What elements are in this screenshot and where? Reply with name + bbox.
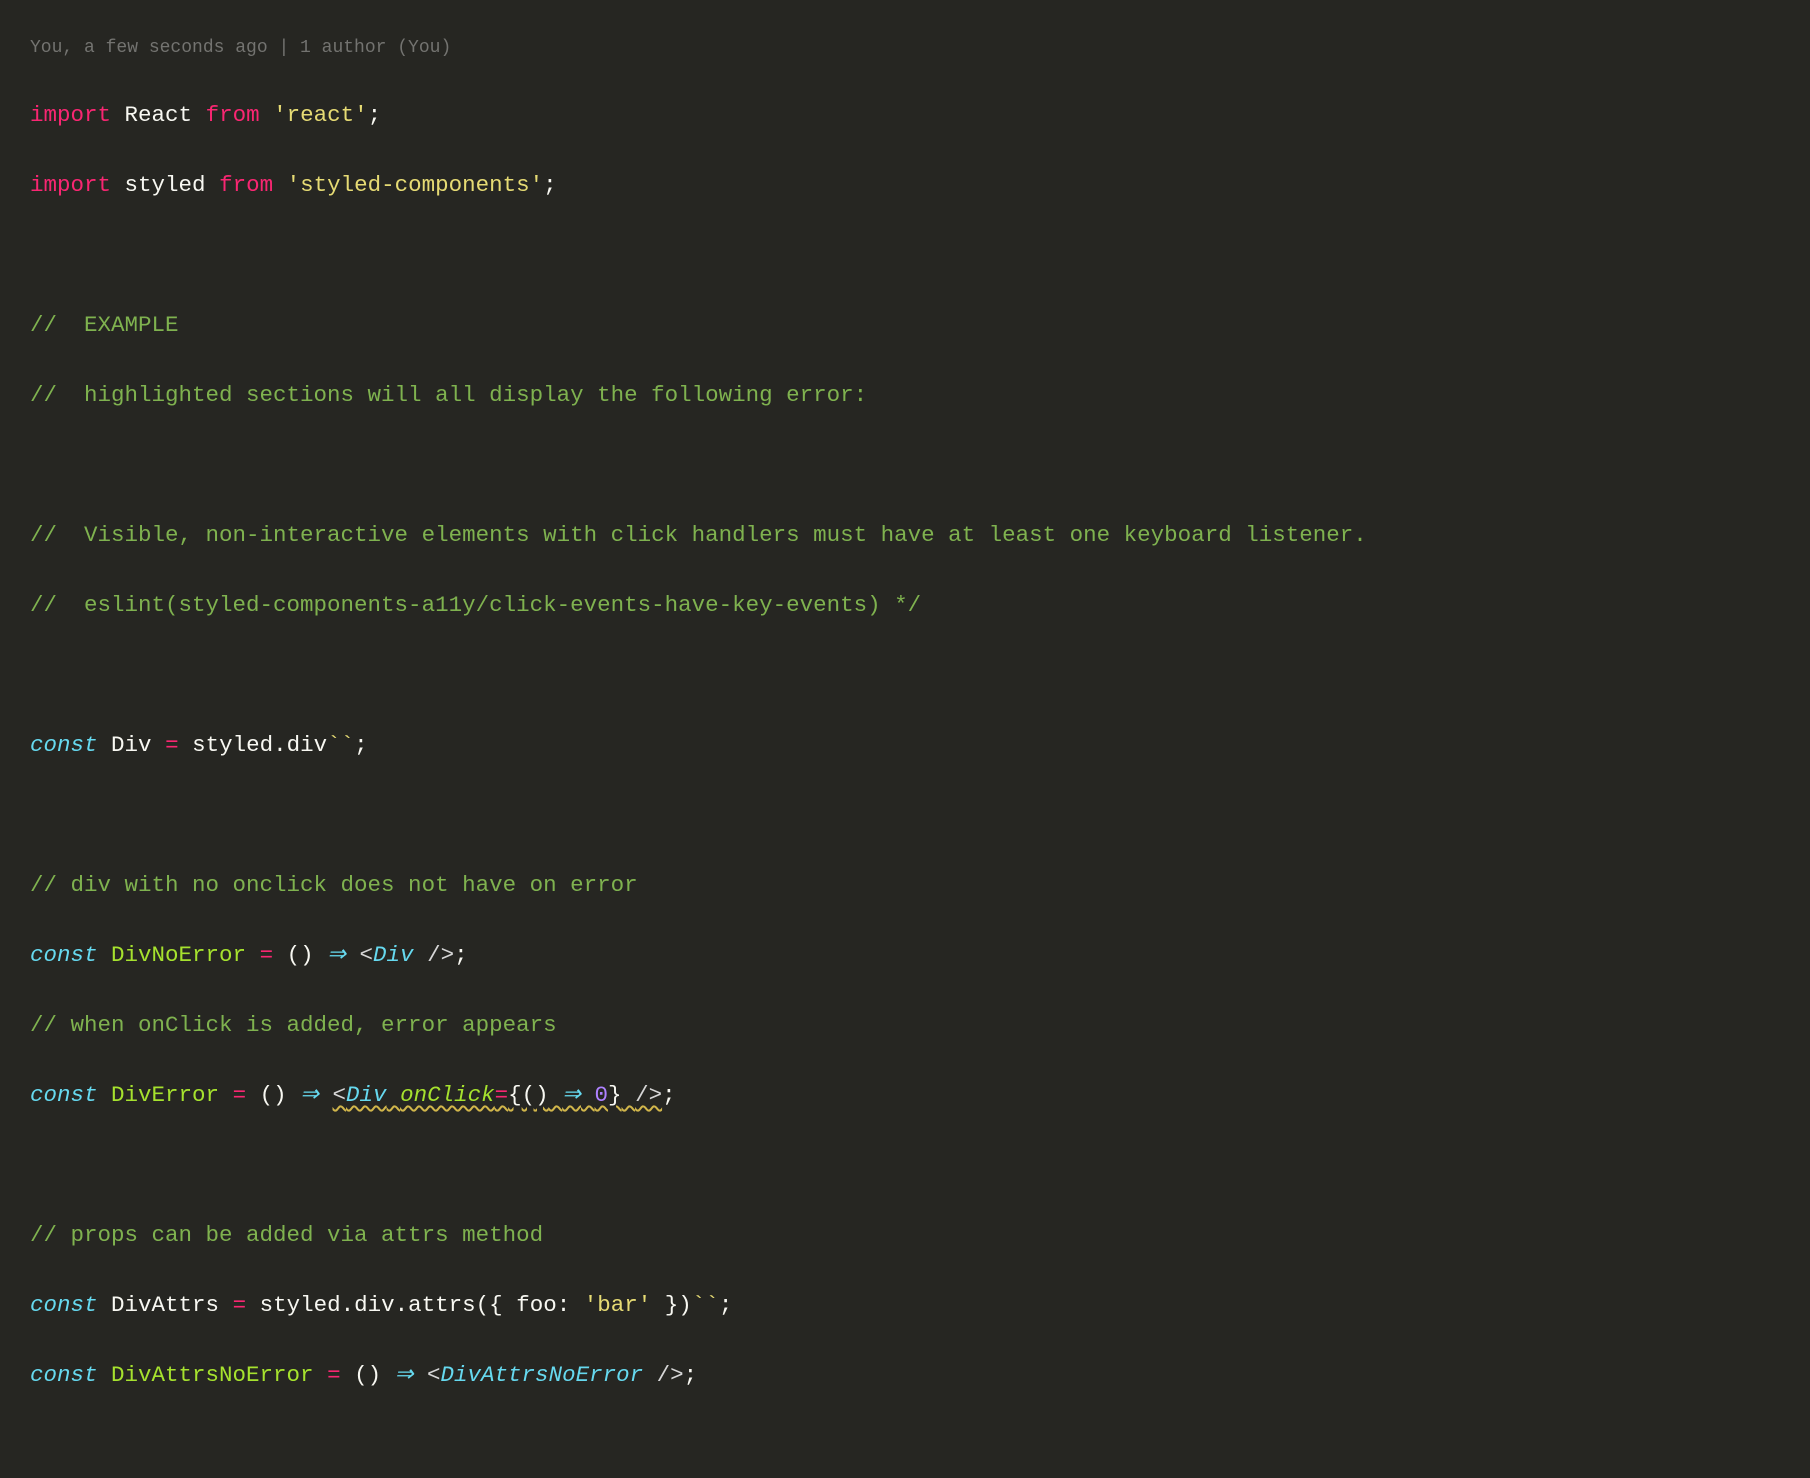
- function-name: DivError: [111, 1082, 219, 1108]
- arrow: ⇒: [327, 942, 346, 968]
- comment: // Visible, non-interactive elements wit…: [30, 518, 1810, 553]
- string-literal: 'react': [273, 102, 368, 128]
- identifier: DivAttrs: [111, 1292, 219, 1318]
- comment: // highlighted sections will all display…: [30, 378, 1810, 413]
- comment: // eslint(styled-components-a11y/click-e…: [30, 588, 1810, 623]
- blank-line: [30, 1148, 1810, 1183]
- blank-line: [30, 658, 1810, 693]
- function-name: DivNoError: [111, 942, 246, 968]
- keyword-import: import: [30, 172, 111, 198]
- identifier: Div: [111, 732, 152, 758]
- number-literal: 0: [595, 1082, 609, 1108]
- code-line: import styled from 'styled-components';: [30, 168, 1810, 203]
- keyword-from: from: [206, 102, 260, 128]
- jsx-component: Div: [373, 942, 414, 968]
- identifier: styled.div: [192, 732, 327, 758]
- string-literal: 'bar': [584, 1292, 652, 1318]
- identifier: React: [125, 102, 193, 128]
- code-line: const DivNoError = () ⇒ <Div />;: [30, 938, 1810, 973]
- lint-warning[interactable]: <Div onClick={() ⇒ 0} />: [333, 1082, 663, 1108]
- code-line: const DivAttrs = styled.div.attrs({ foo:…: [30, 1288, 1810, 1323]
- git-blame-annotation: You, a few seconds ago | 1 author (You): [30, 35, 1810, 63]
- comment: // div with no onclick does not have on …: [30, 868, 1810, 903]
- jsx-attribute: onClick: [400, 1082, 495, 1108]
- string-literal: 'styled-components': [287, 172, 544, 198]
- code-line: const DivError = () ⇒ <Div onClick={() ⇒…: [30, 1078, 1810, 1113]
- jsx-component: Div: [346, 1082, 387, 1108]
- comment: // EXAMPLE: [30, 308, 1810, 343]
- jsx-component: DivAttrsNoError: [441, 1362, 644, 1388]
- blank-line: [30, 448, 1810, 483]
- blank-line: [30, 798, 1810, 833]
- keyword-const: const: [30, 732, 98, 758]
- comment: // when onClick is added, error appears: [30, 1008, 1810, 1043]
- code-line: import React from 'react';: [30, 98, 1810, 133]
- code-editor[interactable]: You, a few seconds ago | 1 author (You) …: [0, 0, 1810, 1478]
- keyword-from: from: [219, 172, 273, 198]
- code-line: const Div = styled.div``;: [30, 728, 1810, 763]
- keyword-import: import: [30, 102, 111, 128]
- blank-line: [30, 1428, 1810, 1463]
- identifier: styled: [125, 172, 206, 198]
- code-line: const DivAttrsNoError = () ⇒ <DivAttrsNo…: [30, 1358, 1810, 1393]
- comment: // props can be added via attrs method: [30, 1218, 1810, 1253]
- blank-line: [30, 238, 1810, 273]
- template-literal: ``: [327, 732, 354, 758]
- function-name: DivAttrsNoError: [111, 1362, 314, 1388]
